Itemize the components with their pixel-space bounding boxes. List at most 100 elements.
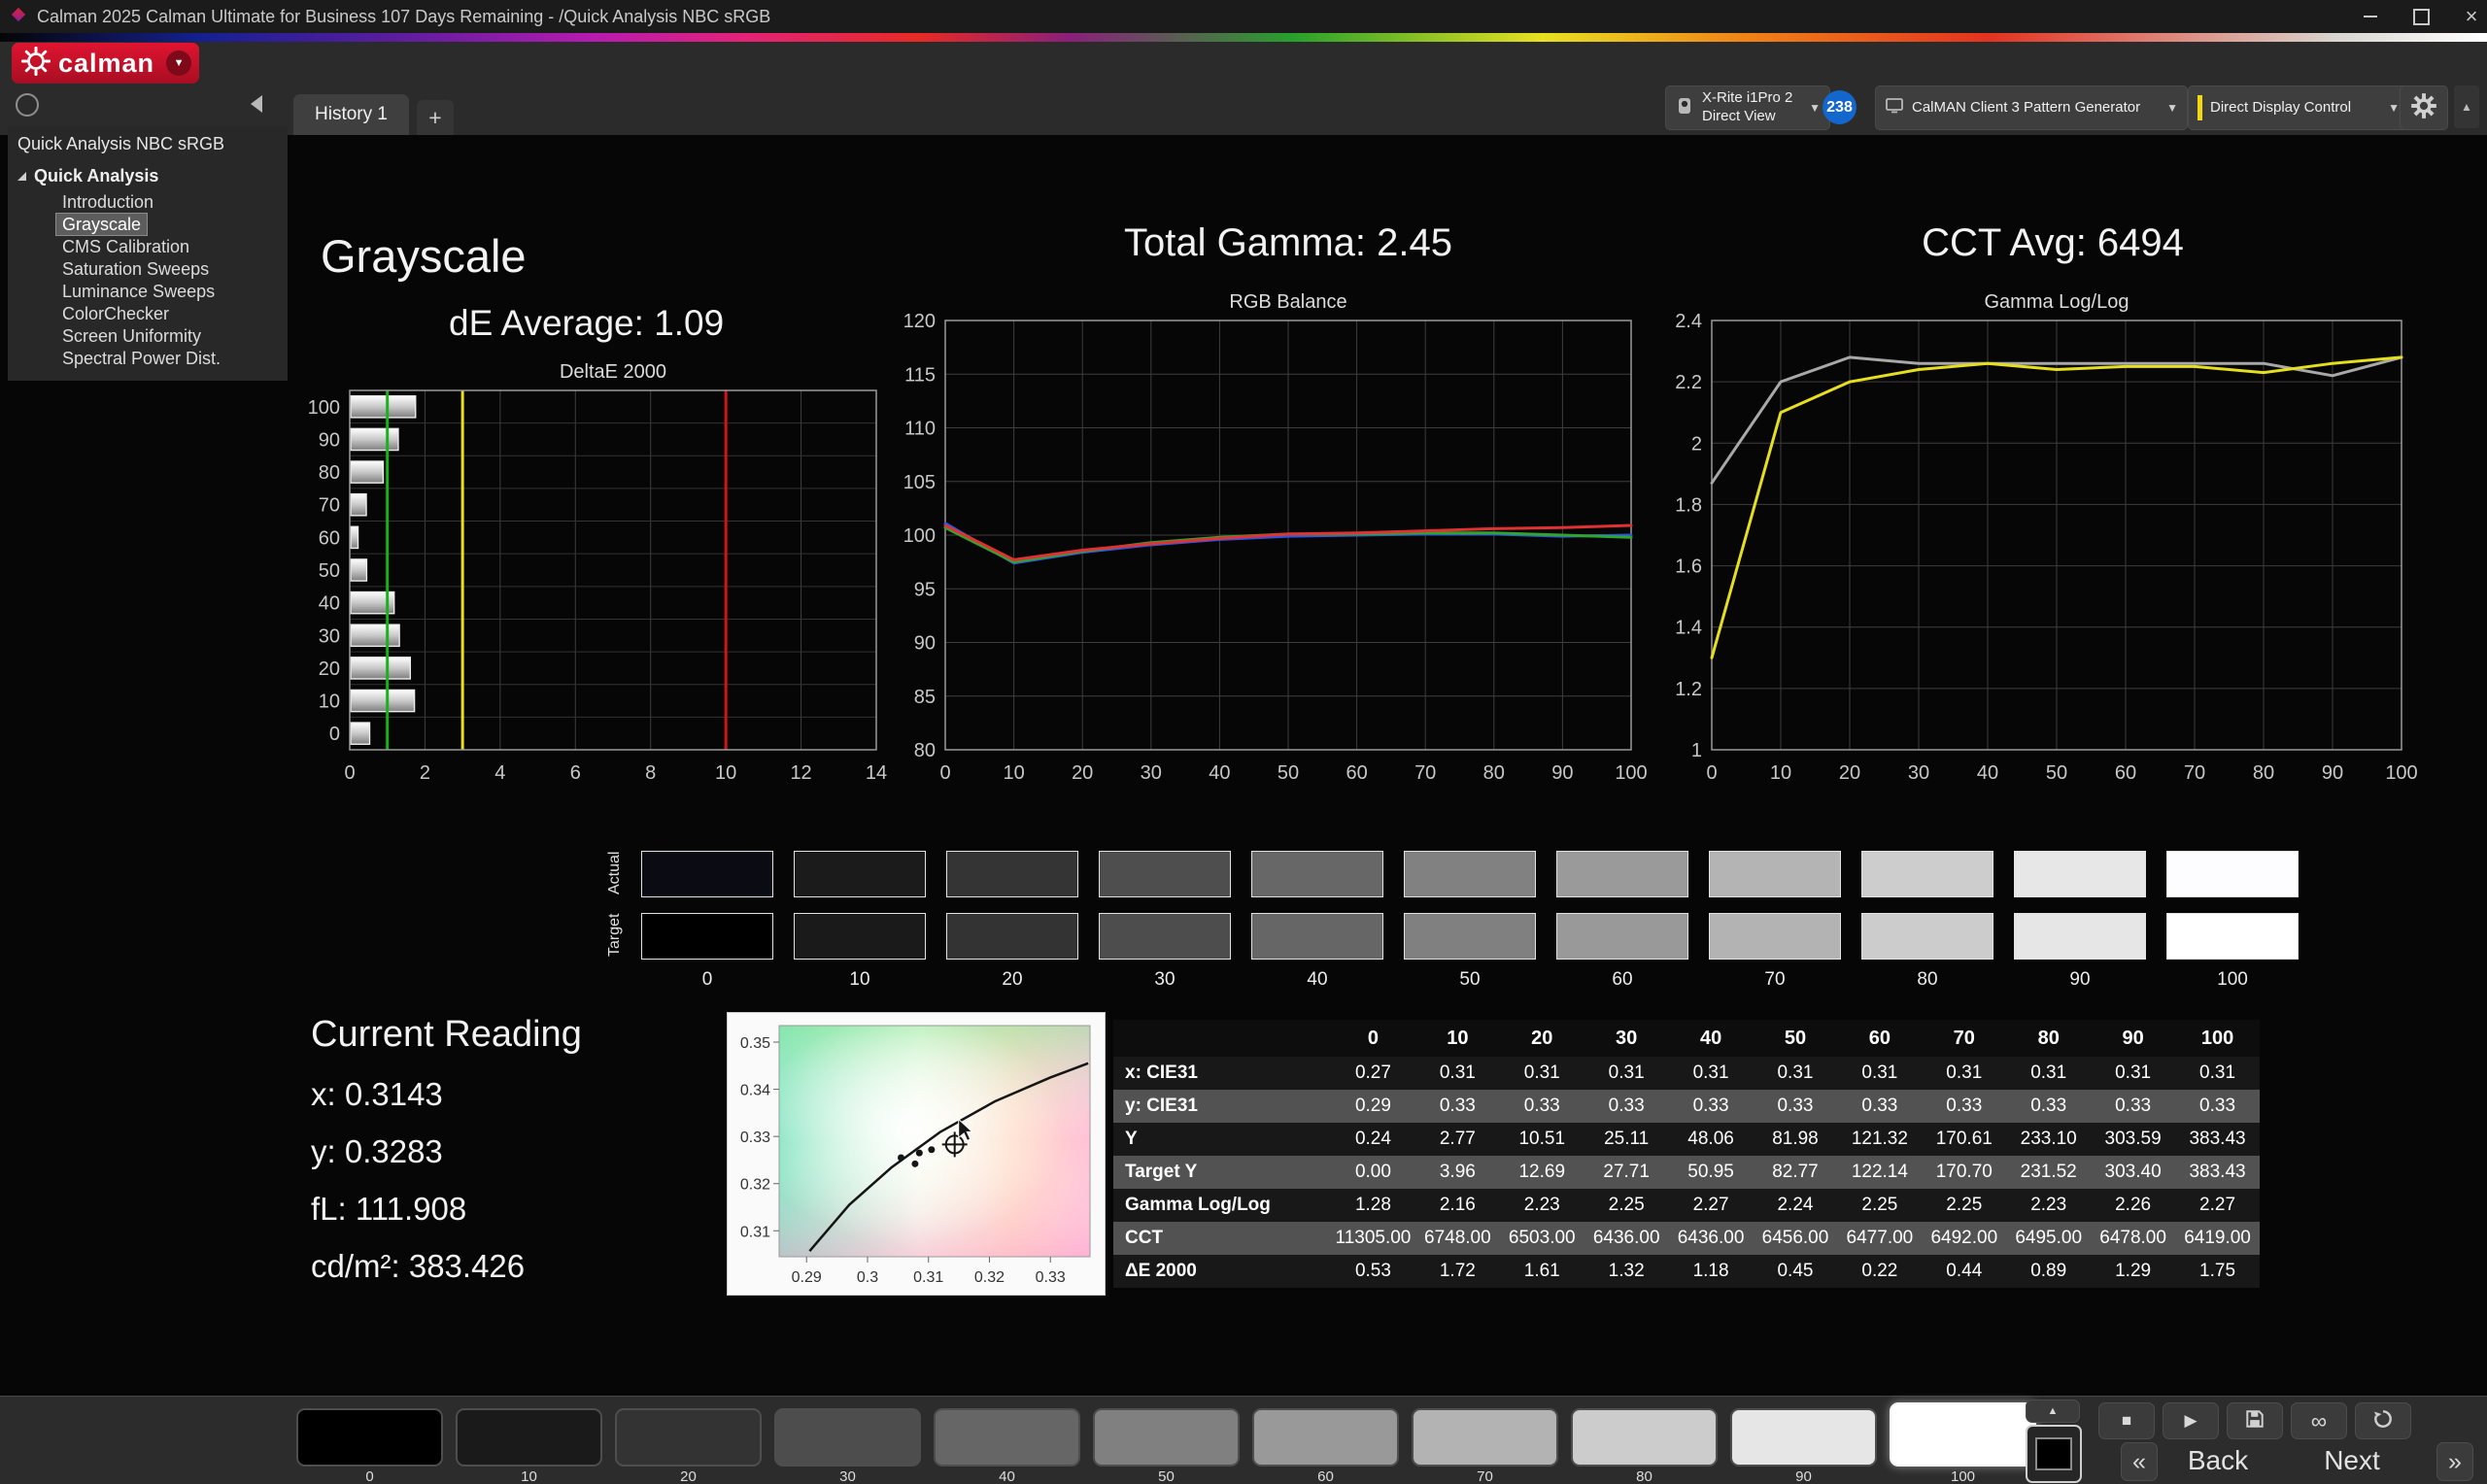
svg-text:80: 80 [1483,762,1505,784]
svg-text:1: 1 [1691,740,1702,761]
sidebar-item-grayscale[interactable]: Grayscale [56,214,147,235]
measurement-table: 0102030405060708090100x: CIE310.270.310.… [1113,1020,2260,1288]
minimize-button[interactable] [2345,0,2396,33]
tree-expander-icon [17,172,26,181]
pattern-generator-dropdown[interactable]: CalMAN Client 3 Pattern Generator ▼ [1875,85,2188,130]
svg-text:2: 2 [1691,433,1702,455]
level-label-20: 20 [946,969,1078,991]
pattern-level-80[interactable]: 80 [1571,1408,1718,1484]
table-cell: 6419.00 [2175,1222,2260,1255]
current-reading-title: Current Reading [311,1014,582,1056]
play-icon: ▶ [2184,1411,2197,1431]
sidebar-collapse-icon[interactable] [251,95,262,113]
add-tab-button[interactable]: + [417,100,454,135]
table-cell: 6748.00 [1415,1222,1500,1255]
double-chevron-right-icon: » [2448,1448,2462,1476]
display-control-dropdown[interactable]: Direct Display Control ▼ [2188,85,2409,130]
row-label: CCT [1113,1222,1331,1255]
pattern-level-40[interactable]: 40 [934,1408,1080,1484]
table-cell: 1.28 [1331,1189,1415,1222]
pattern-level-90[interactable]: 90 [1730,1408,1877,1484]
save-icon [2244,1408,2266,1434]
table-cell: 2.27 [2175,1189,2260,1222]
calman-menu-button[interactable]: calman ▼ [12,43,199,84]
level-label-50: 50 [1404,969,1536,991]
refresh-button[interactable] [2355,1402,2411,1439]
pattern-level-50[interactable]: 50 [1093,1408,1240,1484]
col-header-80: 80 [2006,1020,2091,1057]
sidebar-item-saturation-sweeps[interactable]: Saturation Sweeps [56,258,215,280]
next-button[interactable]: Next [2299,1442,2405,1479]
sidebar-item-spectral-power-dist[interactable]: Spectral Power Dist. [56,348,226,369]
meter-dropdown[interactable]: X-Rite i1Pro 2 Direct View ▼ [1665,85,1830,130]
svg-text:1.2: 1.2 [1675,679,1702,700]
pattern-swatch-50 [1093,1408,1240,1467]
sidebar-item-screen-uniformity[interactable]: Screen Uniformity [56,325,207,347]
close-button[interactable]: × [2446,0,2487,33]
pattern-level-20[interactable]: 20 [615,1408,762,1484]
back-chevron-button[interactable]: « [2121,1442,2158,1481]
chevron-down-icon: ▼ [2166,101,2178,115]
pattern-level-70[interactable]: 70 [1412,1408,1558,1484]
workflow-sidebar: Quick Analysis NBC sRGB Quick Analysis I… [8,126,288,381]
pattern-swatch-80 [1571,1408,1718,1467]
pattern-level-label: 0 [365,1469,373,1484]
sidebar-item-cms-calibration[interactable]: CMS Calibration [56,236,195,257]
table-cell: 0.29 [1331,1090,1415,1123]
start-measure-button[interactable]: ▶ [2163,1402,2219,1439]
ribbon-collapse-button[interactable]: ▲ [2454,85,2479,128]
pattern-swatch-10 [456,1408,602,1467]
svg-text:70: 70 [319,495,340,517]
pattern-level-buttons: 0 102030405060708090100 [296,1402,2036,1484]
table-cell: 11305.00 [1331,1222,1415,1255]
svg-text:0.3: 0.3 [857,1269,878,1286]
col-header-0: 0 [1331,1020,1415,1057]
svg-text:10: 10 [1003,762,1024,784]
gear-icon [2410,92,2437,124]
calman-burst-icon [21,47,51,81]
table-cell: 81.98 [1754,1123,1838,1156]
pattern-level-100[interactable]: 100 [1890,1402,2036,1484]
table-cell: 0.31 [1922,1057,2006,1090]
svg-text:80: 80 [319,462,340,484]
sidebar-item-colorchecker[interactable]: ColorChecker [56,303,175,324]
pattern-level-0[interactable]: 0 [296,1408,443,1484]
pattern-level-60[interactable]: 60 [1252,1408,1399,1484]
stop-measure-button[interactable]: ■ [2098,1402,2155,1439]
sidebar-item-introduction[interactable]: Introduction [56,191,159,213]
target-patch-0 [641,913,773,960]
svg-text:2: 2 [420,762,430,784]
table-cell: 2.77 [1415,1123,1500,1156]
table-cell: 10.51 [1500,1123,1584,1156]
settings-button[interactable] [2400,85,2448,130]
continuous-measure-button[interactable]: ∞ [2291,1402,2347,1439]
next-chevron-button[interactable]: » [2436,1442,2473,1481]
level-label-80: 80 [1861,969,1993,991]
tab-history-1[interactable]: History 1 [293,94,409,135]
svg-text:0.31: 0.31 [913,1269,943,1286]
svg-text:100: 100 [2385,762,2417,784]
svg-text:10: 10 [1770,762,1791,784]
svg-text:100: 100 [308,397,340,419]
sidebar-node-quick-analysis[interactable]: Quick Analysis [17,166,288,186]
sidebar-item-luminance-sweeps[interactable]: Luminance Sweeps [56,281,221,302]
window-title: Calman 2025 Calman Ultimate for Business… [37,7,770,27]
table-cell: 12.69 [1500,1156,1584,1189]
maximize-button[interactable] [2396,0,2446,33]
target-patch-10 [794,913,926,960]
back-button[interactable]: Back [2164,1442,2271,1479]
stop-icon: ■ [2122,1411,2131,1431]
expand-pattern-tray-button[interactable]: ▲ [2026,1400,2080,1423]
row-label: Target Y [1113,1156,1331,1189]
plus-icon: + [428,105,441,131]
pattern-level-30[interactable]: 30 [774,1408,921,1484]
svg-text:0: 0 [939,762,950,784]
row-label: x: CIE31 [1113,1057,1331,1090]
col-header-10: 10 [1415,1020,1500,1057]
svg-text:120: 120 [903,311,936,332]
svg-text:85: 85 [914,687,936,708]
pattern-window-button[interactable] [2026,1425,2082,1483]
workflow-record-icon[interactable] [16,93,39,117]
pattern-level-10[interactable]: 10 [456,1408,602,1484]
save-button[interactable] [2227,1402,2283,1439]
